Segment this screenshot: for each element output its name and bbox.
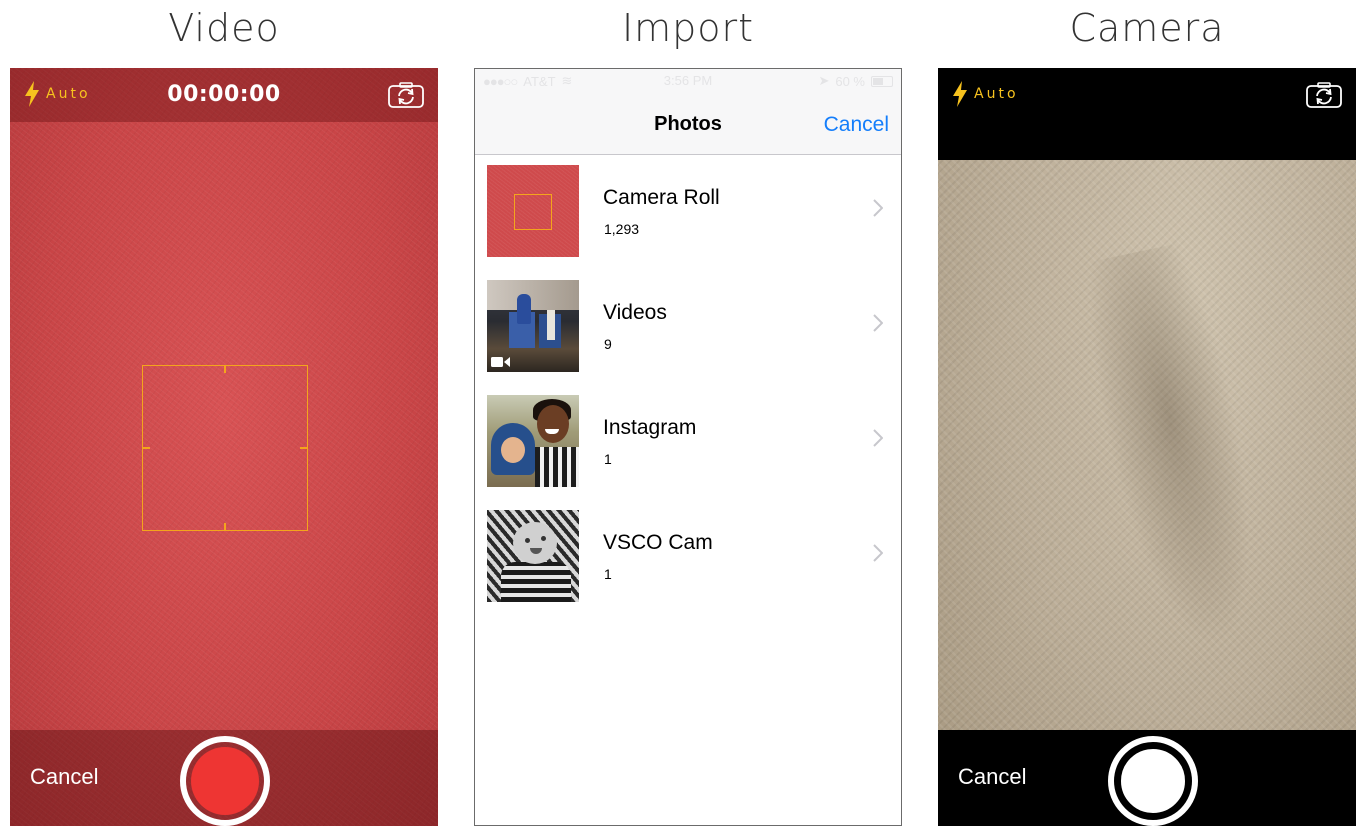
video-bottom-bar: Cancel [10, 730, 438, 826]
album-row-instagram[interactable]: Instagram 1 [475, 385, 901, 500]
chevron-right-icon [873, 314, 883, 332]
switch-camera-button[interactable] [1306, 82, 1342, 113]
camera-screen: Auto Cancel [938, 68, 1356, 826]
album-list: Camera Roll 1,293 Videos 9 Instagram 1 V… [475, 155, 901, 615]
chevron-right-icon [873, 199, 883, 217]
chevron-right-icon [873, 429, 883, 447]
focus-box [142, 365, 308, 531]
camera-cancel-button[interactable]: Cancel [958, 764, 1026, 790]
album-name: VSCO Cam [603, 531, 713, 554]
viewfinder-image [1065, 238, 1291, 678]
nav-bar: Photos Cancel [475, 91, 901, 155]
album-count: 1 [604, 566, 612, 582]
album-count: 1,293 [604, 221, 640, 237]
video-column-title: Video [168, 6, 280, 50]
video-cancel-button[interactable]: Cancel [30, 764, 98, 790]
camera-top-bar: Auto [938, 68, 1356, 160]
nav-cancel-button[interactable]: Cancel [824, 113, 889, 137]
shutter-button[interactable] [1108, 736, 1198, 826]
video-camera-icon [491, 357, 510, 367]
battery-icon [871, 75, 893, 87]
camera-column-title: Camera [1069, 6, 1225, 50]
switch-camera-button[interactable] [388, 82, 424, 113]
album-thumbnail [487, 395, 579, 487]
album-row-videos[interactable]: Videos 9 [475, 270, 901, 385]
recording-timer: 00:00:00 [167, 82, 281, 107]
album-thumbnail [487, 165, 579, 257]
album-name: Instagram [603, 416, 697, 439]
album-count: 9 [604, 336, 612, 352]
video-top-bar: Auto 00:00:00 [10, 68, 438, 122]
album-row-camera-roll[interactable]: Camera Roll 1,293 [475, 155, 901, 270]
battery-percent: 60 % [835, 73, 865, 89]
status-bar: ●●●○○ AT&T ≋ 3:56 PM ➤ 60 % [475, 69, 901, 91]
shutter-button-core [1119, 747, 1187, 815]
album-thumbnail [487, 280, 579, 372]
switch-camera-icon [388, 82, 424, 108]
album-name: Videos [603, 301, 667, 324]
import-column-title: Import [621, 6, 755, 50]
video-screen: Auto 00:00:00 Cancel [10, 68, 438, 826]
switch-camera-icon [1306, 82, 1342, 108]
flash-label: Auto [974, 86, 1019, 102]
import-screen: ●●●○○ AT&T ≋ 3:56 PM ➤ 60 % Photos Cance… [474, 68, 902, 826]
record-button-core [191, 747, 259, 815]
lightning-bolt-icon [953, 81, 967, 107]
record-button[interactable] [180, 736, 270, 826]
camera-bottom-bar: Cancel [938, 730, 1356, 826]
album-name: Camera Roll [603, 186, 720, 209]
album-row-vsco-cam[interactable]: VSCO Cam 1 [475, 500, 901, 615]
album-count: 1 [604, 451, 612, 467]
album-thumbnail [487, 510, 579, 602]
location-icon: ➤ [818, 73, 830, 88]
flash-toggle[interactable]: Auto [952, 81, 1019, 107]
chevron-right-icon [873, 544, 883, 562]
